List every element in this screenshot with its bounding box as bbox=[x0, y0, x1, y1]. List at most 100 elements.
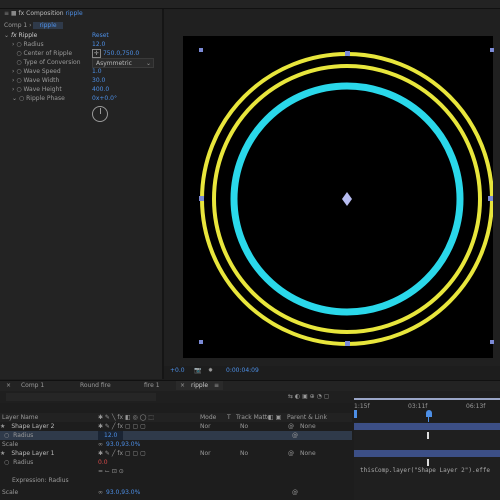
property-row[interactable]: Expression: Radius bbox=[0, 476, 352, 485]
param-label: Wave Speed bbox=[23, 68, 61, 75]
chevron-right-icon[interactable]: › bbox=[12, 41, 14, 48]
expression-field[interactable]: thisComp.layer("Shape Layer 2").effe bbox=[360, 466, 500, 475]
camera-icon[interactable]: 📷 bbox=[194, 366, 201, 375]
keyframe-marker[interactable] bbox=[427, 432, 429, 439]
pickwhip-icon[interactable]: @ bbox=[288, 449, 294, 458]
layer-name[interactable]: Shape Layer 2 bbox=[11, 423, 54, 430]
stopwatch-icon[interactable]: ○ bbox=[16, 41, 21, 48]
layer-trkmat[interactable]: No bbox=[240, 449, 248, 458]
col-track-matte[interactable]: Track Matte bbox=[236, 413, 271, 422]
stopwatch-icon[interactable]: ○ bbox=[16, 77, 21, 84]
property-row[interactable]: ○ Radius 12.0 @ bbox=[0, 431, 352, 440]
param-value[interactable]: 400.0 bbox=[92, 85, 109, 94]
tab-ripple[interactable]: × ripple ≡ bbox=[176, 381, 224, 390]
chevron-down-icon[interactable]: ⌄ bbox=[12, 95, 17, 102]
layer-handle[interactable] bbox=[488, 196, 493, 201]
layer-parent[interactable]: None bbox=[300, 449, 316, 458]
stopwatch-icon[interactable]: ○ bbox=[4, 432, 9, 439]
pickwhip-icon[interactable]: @ bbox=[288, 422, 294, 431]
timecode-field[interactable] bbox=[6, 393, 156, 401]
property-value[interactable]: 93.0,93.0% bbox=[106, 440, 140, 449]
tab-comp1[interactable]: Comp 1 bbox=[4, 22, 27, 29]
panel-menu-icon[interactable]: ≡ ■ bbox=[4, 10, 17, 17]
menu-icon[interactable]: ≡ bbox=[214, 382, 219, 389]
corner-handle[interactable] bbox=[199, 48, 203, 52]
fx-icon[interactable]: fx bbox=[11, 32, 17, 39]
corner-handle[interactable] bbox=[490, 340, 494, 344]
current-time[interactable]: 0:00:04:09 bbox=[226, 366, 259, 375]
param-value[interactable]: 12.0 bbox=[92, 40, 105, 49]
tab-label: Comp 1 bbox=[20, 382, 45, 389]
center-value[interactable]: 750.0,750.0 bbox=[103, 50, 139, 57]
corner-handle[interactable] bbox=[199, 340, 203, 344]
param-value[interactable]: 1.0 bbox=[92, 67, 102, 76]
layer-parent[interactable]: None bbox=[300, 422, 316, 431]
composition-viewer[interactable] bbox=[164, 9, 500, 371]
angle-dial[interactable] bbox=[92, 106, 108, 122]
track-area[interactable]: thisComp.layer("Shape Layer 2").effe bbox=[354, 422, 500, 500]
layer-bar[interactable] bbox=[354, 450, 500, 457]
property-row[interactable]: ○ Radius 0.0 bbox=[0, 458, 352, 467]
time-ruler[interactable]: 1:15f 03:11f 06:13f bbox=[354, 400, 500, 420]
expression-icons[interactable]: = ⌙ ⊡ ⊙ bbox=[98, 467, 124, 476]
crosshair-icon[interactable]: ✛ bbox=[92, 49, 102, 58]
viewer-canvas[interactable] bbox=[183, 36, 494, 358]
chevron-down-icon[interactable]: ⌄ bbox=[4, 32, 9, 39]
col-layer-name[interactable]: Layer Name bbox=[2, 413, 38, 422]
exposure-value[interactable]: +0.0 bbox=[170, 366, 185, 375]
layer-trkmat[interactable]: No bbox=[240, 422, 248, 431]
pickwhip-icon[interactable]: @ bbox=[292, 488, 298, 497]
effect-row[interactable]: ⌄ fx Ripple Reset bbox=[4, 31, 160, 40]
toolbar-icons[interactable]: ⇆ ◐ ▣ ⊕ ◔ ▢ bbox=[288, 392, 329, 401]
stopwatch-icon[interactable]: ○ bbox=[19, 95, 24, 102]
layer-bar[interactable] bbox=[354, 423, 500, 430]
color-swatch-icon[interactable]: ✸ bbox=[208, 366, 213, 375]
param-label: Radius bbox=[23, 41, 44, 48]
layer-switches[interactable]: ✱ ✎ ╱ fx ▢ ▢ ▢ bbox=[98, 422, 146, 431]
tab-ripple[interactable]: ripple bbox=[33, 22, 63, 29]
layer-row[interactable]: ★ Shape Layer 2 ✱ ✎ ╱ fx ▢ ▢ ▢ Nor No @ … bbox=[0, 422, 352, 431]
current-time-indicator[interactable] bbox=[426, 410, 432, 417]
param-value[interactable]: 0x+0.0° bbox=[92, 94, 117, 103]
close-icon[interactable]: × bbox=[180, 382, 185, 389]
col-t[interactable]: T bbox=[227, 413, 231, 422]
property-row[interactable]: Scale ∞ 93.0,93.0% bbox=[0, 440, 352, 449]
col-parent[interactable]: Parent & Link bbox=[287, 413, 327, 422]
property-row[interactable]: Scale ∞ 93.0,93.0% @ bbox=[0, 488, 352, 497]
link-icon[interactable]: ∞ bbox=[98, 440, 103, 449]
stopwatch-icon[interactable]: ○ bbox=[16, 68, 21, 75]
stopwatch-icon[interactable]: ○ bbox=[4, 459, 9, 466]
property-name: Radius bbox=[13, 432, 34, 439]
layer-switches[interactable]: ✱ ✎ ╱ fx ▢ ▢ ▢ bbox=[98, 449, 146, 458]
property-value[interactable]: 93.0,93.0% bbox=[106, 488, 140, 497]
tab-comp1[interactable]: × Comp 1 bbox=[6, 381, 44, 390]
corner-handle[interactable] bbox=[490, 48, 494, 52]
property-name: Radius bbox=[13, 459, 34, 466]
layer-handle[interactable] bbox=[345, 341, 350, 346]
reset-button[interactable]: Reset bbox=[92, 31, 109, 40]
stopwatch-icon[interactable]: ○ bbox=[16, 86, 21, 93]
property-value[interactable]: 12.0 bbox=[98, 431, 124, 440]
chevron-right-icon[interactable]: › bbox=[12, 68, 14, 75]
chevron-right-icon[interactable]: › bbox=[12, 77, 14, 84]
layer-handle[interactable] bbox=[345, 51, 350, 56]
stopwatch-icon[interactable]: ○ bbox=[16, 50, 21, 57]
layer-mode[interactable]: Nor bbox=[200, 449, 211, 458]
layer-row[interactable]: ★ Shape Layer 1 ✱ ✎ ╱ fx ▢ ▢ ▢ Nor No @ … bbox=[0, 449, 352, 458]
layer-handle[interactable] bbox=[199, 196, 204, 201]
link-icon[interactable]: ∞ bbox=[98, 488, 103, 497]
start-marker[interactable] bbox=[354, 410, 357, 418]
col-mode[interactable]: Mode bbox=[200, 413, 216, 422]
keyframe-marker[interactable] bbox=[427, 459, 429, 466]
tab-fire1[interactable]: fire 1 bbox=[130, 381, 160, 390]
tab-round-fire[interactable]: Round fire bbox=[66, 381, 111, 390]
chevron-right-icon[interactable]: › bbox=[12, 86, 14, 93]
stopwatch-icon[interactable]: ○ bbox=[16, 59, 21, 66]
close-icon[interactable]: × bbox=[6, 382, 11, 389]
layer-mode[interactable]: Nor bbox=[200, 422, 211, 431]
layer-name[interactable]: Shape Layer 1 bbox=[11, 450, 54, 457]
property-value[interactable]: 0.0 bbox=[98, 458, 108, 467]
anchor-point-icon[interactable] bbox=[342, 192, 352, 206]
pickwhip-icon[interactable]: @ bbox=[292, 431, 298, 440]
param-value[interactable]: 30.0 bbox=[92, 76, 105, 85]
